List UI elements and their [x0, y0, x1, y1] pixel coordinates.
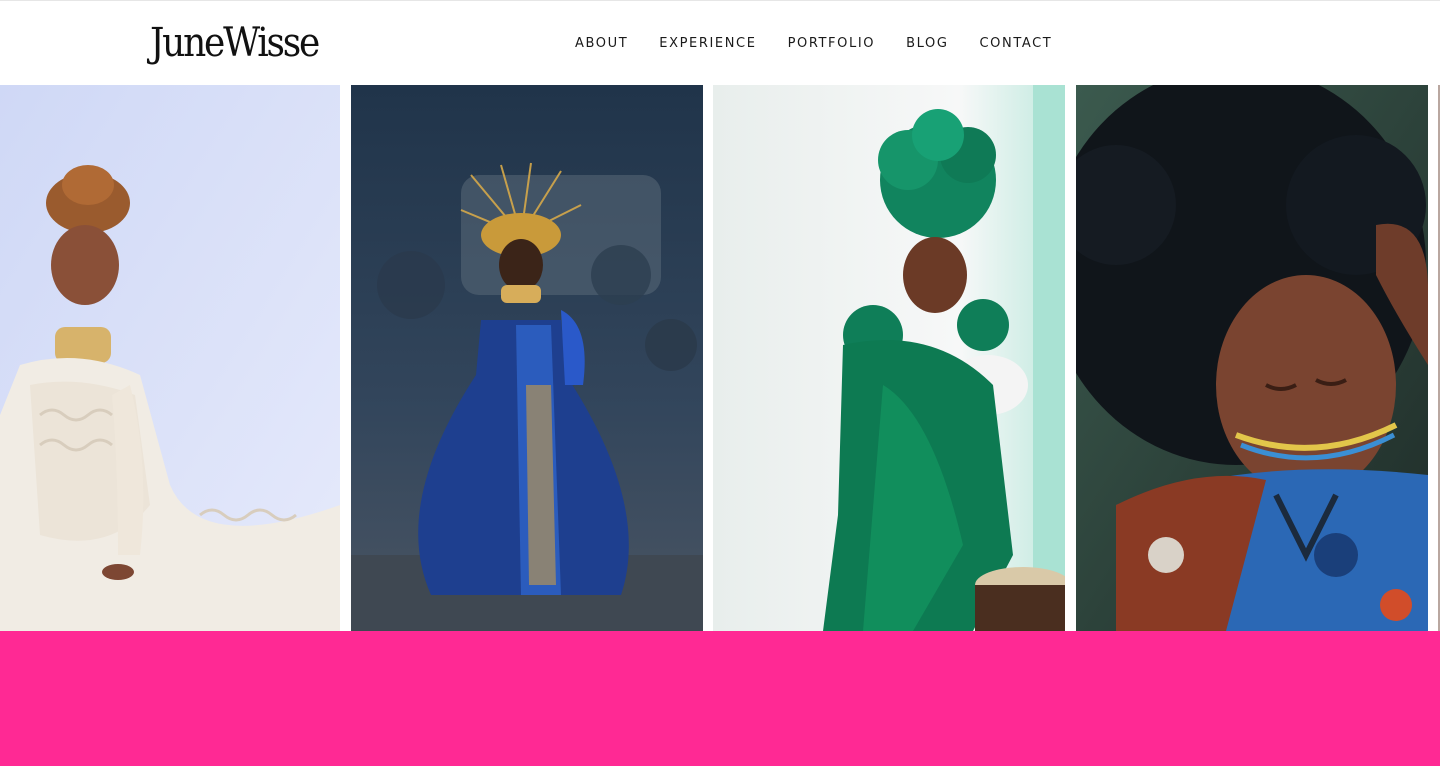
- nav-contact-link[interactable]: CONTACT: [980, 35, 1053, 53]
- main-nav: ABOUT EXPERIENCE PORTFOLIO BLOG CONTACT: [575, 35, 1052, 53]
- site-header: JuneWisse ABOUT EXPERIENCE PORTFOLIO BLO…: [0, 0, 1440, 85]
- photo-afro-portrait-image: [1076, 85, 1428, 631]
- gallery-photo-white-dress[interactable]: [0, 85, 340, 631]
- gallery-photo-blue-gown[interactable]: [351, 85, 703, 631]
- gallery-photo-afro-portrait[interactable]: [1076, 85, 1428, 631]
- portfolio-gallery: [0, 85, 1440, 631]
- photo-green-dress-image: [713, 85, 1065, 631]
- nav-portfolio-link[interactable]: PORTFOLIO: [788, 35, 876, 53]
- nav-about-link[interactable]: ABOUT: [575, 35, 628, 53]
- site-logo[interactable]: JuneWisse: [150, 19, 320, 67]
- gallery-photo-green-dress[interactable]: [713, 85, 1065, 631]
- nav-experience-link[interactable]: EXPERIENCE: [659, 35, 756, 53]
- page: JuneWisse ABOUT EXPERIENCE PORTFOLIO BLO…: [0, 0, 1440, 766]
- nav-blog-link[interactable]: BLOG: [906, 35, 948, 53]
- photo-blue-gown-image: [351, 85, 703, 631]
- pink-banner: [0, 631, 1440, 766]
- photo-white-dress-image: [0, 85, 340, 631]
